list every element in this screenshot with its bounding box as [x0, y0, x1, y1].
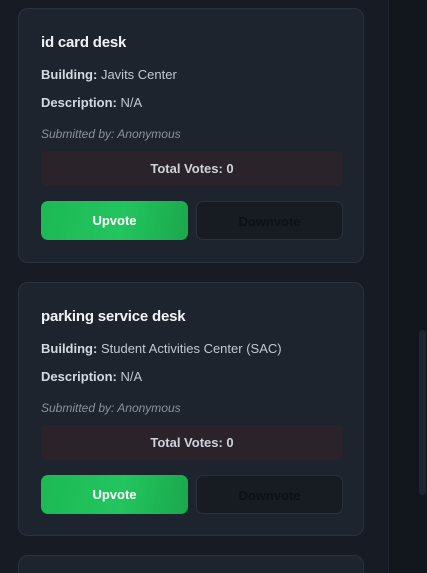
- card-title: id card desk: [41, 34, 127, 51]
- card-title: parking service desk: [41, 308, 186, 325]
- upvote-button[interactable]: Upvote: [41, 475, 188, 514]
- building-label: Building:: [41, 341, 98, 356]
- total-votes: Total Votes: 0: [41, 151, 343, 186]
- scrollbar-thumb[interactable]: [419, 330, 426, 495]
- submitted-by: Submitted by: Anonymous: [41, 127, 181, 141]
- submitted-by: Submitted by: Anonymous: [41, 401, 181, 415]
- desk-card-partial: [18, 555, 364, 573]
- building-field: Building: Javits Center: [41, 67, 177, 82]
- description-field: Description: N/A: [41, 95, 142, 110]
- description-field: Description: N/A: [41, 369, 142, 384]
- desk-card: id card desk Building: Javits Center Des…: [18, 8, 364, 263]
- total-votes: Total Votes: 0: [41, 425, 343, 460]
- upvote-button[interactable]: Upvote: [41, 201, 188, 240]
- building-value: Student Activities Center (SAC): [100, 341, 282, 356]
- downvote-button[interactable]: Downvote: [196, 201, 343, 240]
- building-field: Building: Student Activities Center (SAC…: [41, 341, 282, 356]
- desk-card: parking service desk Building: Student A…: [18, 282, 364, 536]
- description-label: Description:: [41, 95, 117, 110]
- building-label: Building:: [41, 67, 98, 82]
- description-value: N/A: [120, 369, 143, 384]
- page: id card desk Building: Javits Center Des…: [0, 0, 427, 573]
- side-panel: [388, 0, 427, 573]
- description-label: Description:: [41, 369, 117, 384]
- desk-list: id card desk Building: Javits Center Des…: [0, 0, 388, 573]
- downvote-button[interactable]: Downvote: [196, 475, 343, 514]
- description-value: N/A: [120, 95, 143, 110]
- building-value: Javits Center: [100, 67, 177, 82]
